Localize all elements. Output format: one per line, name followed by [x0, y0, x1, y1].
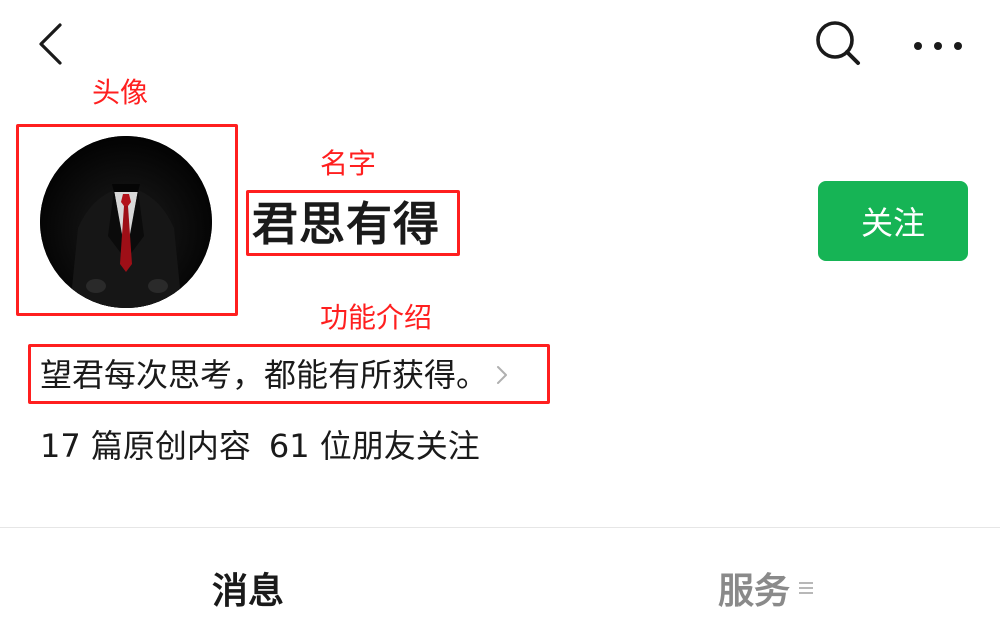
name-annotation-label: 名字: [320, 147, 377, 180]
chevron-left-icon: [36, 22, 64, 70]
menu-lines-icon: [798, 579, 814, 597]
tab-services-label: 服务: [718, 571, 791, 612]
search-icon: [812, 18, 864, 74]
avatar[interactable]: [40, 136, 212, 308]
tab-services[interactable]: 服务: [718, 560, 814, 616]
back-button[interactable]: [28, 22, 72, 70]
intro-text: 望君每次思考，都能有所获得。: [40, 356, 489, 394]
chevron-right-icon: [496, 364, 508, 386]
search-button[interactable]: [810, 20, 866, 72]
tab-messages-label: 消息: [212, 571, 285, 612]
section-divider: [0, 527, 1000, 528]
account-stats: 17 篇原创内容 61 位朋友关注: [40, 424, 480, 468]
suit-figure-image: [40, 136, 212, 308]
more-dots-icon: [912, 37, 964, 56]
tab-messages[interactable]: 消息: [212, 560, 284, 616]
avatar-annotation-label: 头像: [92, 76, 149, 109]
account-intro[interactable]: 望君每次思考，都能有所获得。: [40, 352, 508, 398]
account-name: 君思有得: [252, 197, 440, 251]
original-articles-count: 17 篇原创内容: [40, 427, 251, 465]
friends-following-count: 61 位朋友关注: [268, 427, 480, 465]
intro-annotation-label: 功能介绍: [320, 301, 433, 334]
follow-button[interactable]: 关注: [818, 181, 968, 261]
more-button[interactable]: [906, 24, 970, 68]
